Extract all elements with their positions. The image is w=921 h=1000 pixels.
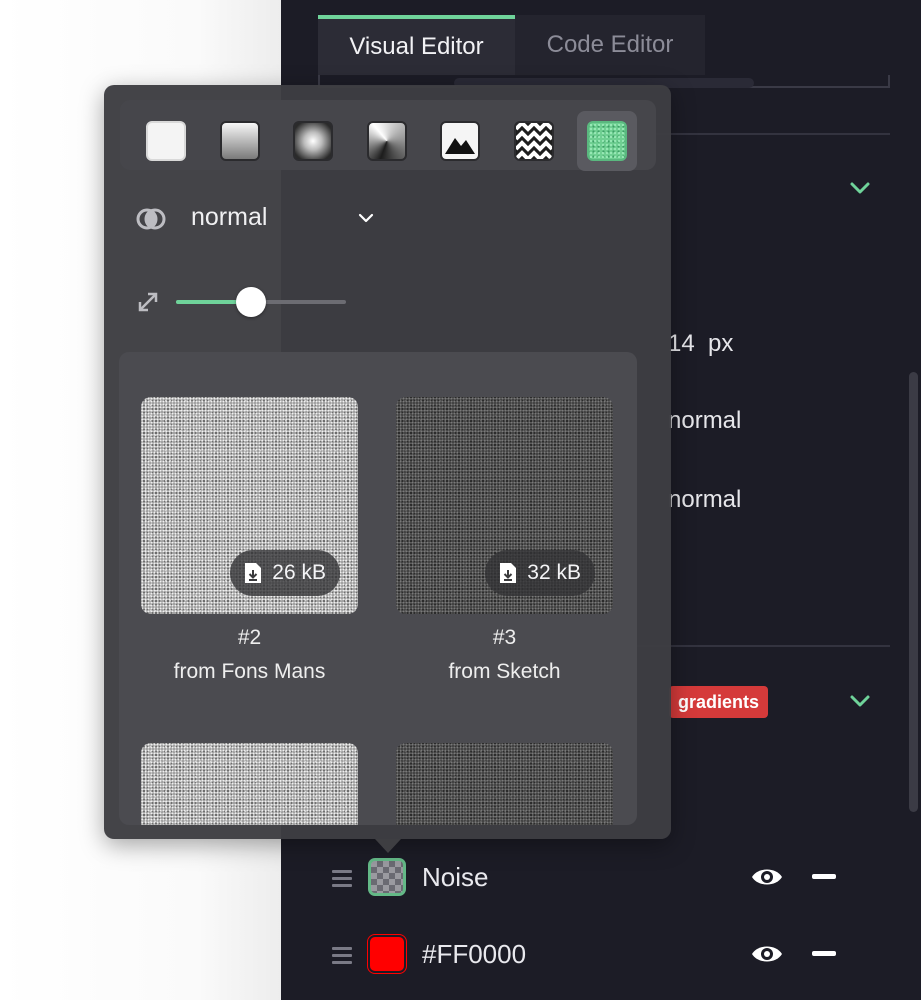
fill-type-solid-button[interactable]: [136, 111, 196, 171]
fill-type-noise-button[interactable]: [577, 111, 637, 171]
drag-handle-icon[interactable]: [332, 870, 352, 888]
noise-icon: [587, 121, 627, 161]
fill-popover: normal 26 kB #2 from Fons Mans 32 kB #3 …: [104, 85, 671, 839]
scale-slider[interactable]: [176, 287, 346, 317]
font-weight-select[interactable]: normal: [668, 486, 741, 514]
font-size-unit: px: [708, 330, 734, 357]
linear-gradient-icon: [220, 121, 260, 161]
noise-caption: #3 from Sketch: [396, 621, 613, 689]
fill-type-image-button[interactable]: [430, 111, 490, 171]
font-size-field[interactable]: 14 px: [668, 330, 733, 358]
noise-source: from Fons Mans: [173, 660, 326, 683]
blend-mode-select[interactable]: normal: [191, 203, 267, 232]
noise-thumbnail[interactable]: [396, 743, 613, 825]
fill-type-pattern-button[interactable]: [504, 111, 564, 171]
font-style-select[interactable]: normal: [668, 407, 741, 435]
tab-code-editor[interactable]: Code Editor: [515, 15, 705, 75]
noise-id: #2: [237, 626, 262, 649]
chevron-down-icon[interactable]: [849, 690, 871, 712]
editor-tabs: Visual Editor Code Editor: [318, 15, 705, 75]
image-icon: [440, 121, 480, 161]
font-size-value: 14: [668, 330, 695, 357]
download-file-icon: [245, 563, 262, 583]
remove-layer-button[interactable]: [812, 951, 836, 956]
eye-icon[interactable]: [750, 941, 784, 967]
solid-fill-icon: [146, 121, 186, 161]
fill-type-linear-button[interactable]: [210, 111, 270, 171]
gradients-badge: gradients: [669, 686, 769, 718]
fill-type-radial-button[interactable]: [283, 111, 343, 171]
file-size-label: 32 kB: [527, 561, 581, 584]
angular-gradient-icon: [367, 121, 407, 161]
layer-name: Noise: [422, 862, 489, 892]
file-size-badge: 26 kB: [230, 550, 340, 596]
remove-layer-button[interactable]: [812, 874, 836, 879]
blend-mode-icon: [136, 208, 166, 230]
pattern-icon: [514, 121, 554, 161]
file-size-label: 26 kB: [272, 561, 326, 584]
noise-source: from Sketch: [448, 660, 561, 683]
layer-name: #FF0000: [422, 939, 527, 969]
chevron-down-icon[interactable]: [357, 209, 375, 227]
eye-icon[interactable]: [750, 864, 784, 890]
noise-id: #3: [492, 626, 517, 649]
popover-arrow: [375, 839, 401, 853]
tab-visual-editor[interactable]: Visual Editor: [318, 15, 515, 75]
radial-gradient-icon: [293, 121, 333, 161]
resize-icon: [138, 292, 158, 312]
noise-thumbnail[interactable]: 26 kB: [141, 397, 358, 614]
noise-thumbnail[interactable]: 32 kB: [396, 397, 613, 614]
noise-swatch[interactable]: [368, 858, 406, 896]
noise-thumbnail[interactable]: [141, 743, 358, 825]
scrollbar[interactable]: [909, 372, 918, 812]
fill-type-selector: [120, 100, 656, 171]
noise-gallery: 26 kB #2 from Fons Mans 32 kB #3 from Sk…: [119, 352, 637, 825]
drag-handle-icon[interactable]: [332, 947, 352, 965]
color-swatch[interactable]: [367, 934, 407, 974]
file-size-badge: 32 kB: [485, 550, 595, 596]
layer-row-red[interactable]: #FF0000: [332, 931, 852, 981]
download-file-icon: [500, 563, 517, 583]
noise-caption: #2 from Fons Mans: [141, 621, 358, 689]
chevron-down-icon[interactable]: [849, 177, 871, 199]
slider-thumb[interactable]: [235, 287, 266, 317]
fill-type-angular-button[interactable]: [357, 111, 417, 171]
layer-row-noise[interactable]: Noise: [332, 854, 852, 904]
